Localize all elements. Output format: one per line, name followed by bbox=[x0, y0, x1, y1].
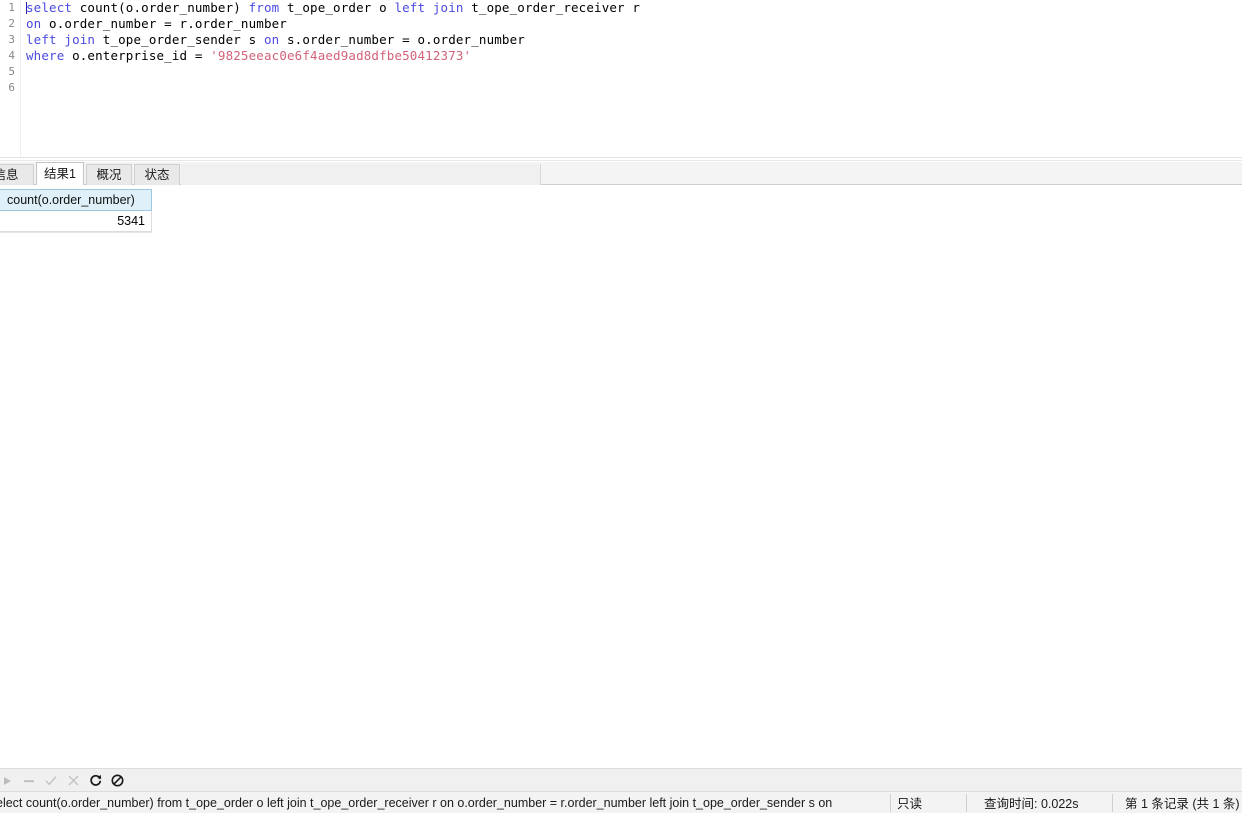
sql-token: s.order_number = o.order_number bbox=[279, 32, 525, 47]
status-separator bbox=[890, 794, 891, 812]
play-icon[interactable] bbox=[0, 769, 18, 792]
sql-token: t_ope_order o bbox=[279, 0, 395, 15]
code-line[interactable]: select count(o.order_number) from t_ope_… bbox=[26, 0, 1236, 16]
grid-bottom-rule bbox=[0, 232, 152, 233]
sql-token: left bbox=[26, 32, 57, 47]
gutter-line-number: 6 bbox=[8, 81, 15, 94]
status-readonly: 只读 bbox=[897, 797, 923, 811]
sql-token: t_ope_order_receiver r bbox=[463, 0, 641, 15]
status-query-text: elect count(o.order_number) from t_ope_o… bbox=[0, 795, 833, 810]
status-separator bbox=[1112, 794, 1113, 812]
editor-line-number-gutter: 1 2 3 4 5 6 bbox=[0, 0, 21, 157]
sql-token: join bbox=[432, 0, 464, 15]
status-query-time: 查询时间: 0.022s bbox=[984, 797, 1079, 811]
gutter-line-number: 5 bbox=[8, 65, 15, 78]
tab-profile[interactable]: 概况 bbox=[86, 164, 132, 185]
sql-token: on bbox=[263, 32, 280, 47]
gutter-line-number: 3 bbox=[8, 33, 15, 46]
sql-token: where bbox=[26, 48, 65, 63]
sql-token: on bbox=[26, 16, 42, 31]
stop-icon[interactable] bbox=[106, 769, 128, 792]
sql-code-area[interactable]: select count(o.order_number) from t_ope_… bbox=[26, 0, 1236, 157]
sql-token: select bbox=[26, 0, 73, 15]
sql-string-literal: '9825eeac0e6f4aed9ad8dfbe50412373' bbox=[210, 48, 472, 63]
record-nav-toolbar bbox=[0, 768, 1242, 791]
tab-status[interactable]: 状态 bbox=[134, 164, 180, 185]
sql-editor[interactable]: 1 2 3 4 5 6 select count(o.order_number)… bbox=[0, 0, 1242, 157]
sql-token: join bbox=[64, 32, 96, 47]
check-icon[interactable] bbox=[40, 769, 62, 792]
results-grid[interactable]: count(o.order_number) 5341 bbox=[0, 185, 1242, 765]
status-bar: elect count(o.order_number) from t_ope_o… bbox=[0, 791, 1242, 813]
cross-icon[interactable] bbox=[62, 769, 84, 792]
sql-token: o.enterprise_id = bbox=[64, 48, 211, 63]
editor-results-splitter[interactable] bbox=[0, 157, 1242, 161]
tabbar-filler bbox=[181, 164, 541, 185]
gutter-line-number: 4 bbox=[8, 49, 15, 62]
grid-cell-count: 5341 bbox=[117, 214, 145, 228]
tab-result1[interactable]: 结果1 bbox=[36, 162, 84, 185]
code-line[interactable]: left join t_ope_order_sender s on s.orde… bbox=[26, 32, 1236, 48]
sql-token: from bbox=[248, 0, 280, 15]
code-line[interactable] bbox=[26, 64, 1236, 80]
sql-token: left bbox=[394, 0, 426, 15]
refresh-icon[interactable] bbox=[84, 769, 106, 792]
sql-token: o.order_number = r.order_number bbox=[41, 16, 287, 31]
minus-icon[interactable] bbox=[18, 769, 40, 792]
results-tabbar: 信息 结果1 概况 状态 bbox=[0, 162, 1242, 185]
table-row[interactable]: 5341 bbox=[0, 211, 152, 232]
grid-column-header[interactable]: count(o.order_number) bbox=[0, 189, 152, 211]
code-line[interactable]: where o.enterprise_id = '9825eeac0e6f4ae… bbox=[26, 48, 1236, 64]
gutter-line-number: 2 bbox=[8, 17, 15, 30]
code-line[interactable] bbox=[26, 80, 1236, 96]
status-separator bbox=[966, 794, 967, 812]
gutter-line-number: 1 bbox=[8, 1, 15, 14]
sql-token: count(o.order_number) bbox=[72, 0, 249, 15]
code-line[interactable]: on o.order_number = r.order_number bbox=[26, 16, 1236, 32]
status-record-count: 第 1 条记录 (共 1 条) bbox=[1125, 797, 1240, 811]
record-nav-buttons bbox=[0, 769, 128, 792]
grid-column-header-label: count(o.order_number) bbox=[7, 193, 135, 207]
sql-token: t_ope_order_sender s bbox=[95, 32, 264, 47]
tab-info[interactable]: 信息 bbox=[0, 164, 34, 185]
